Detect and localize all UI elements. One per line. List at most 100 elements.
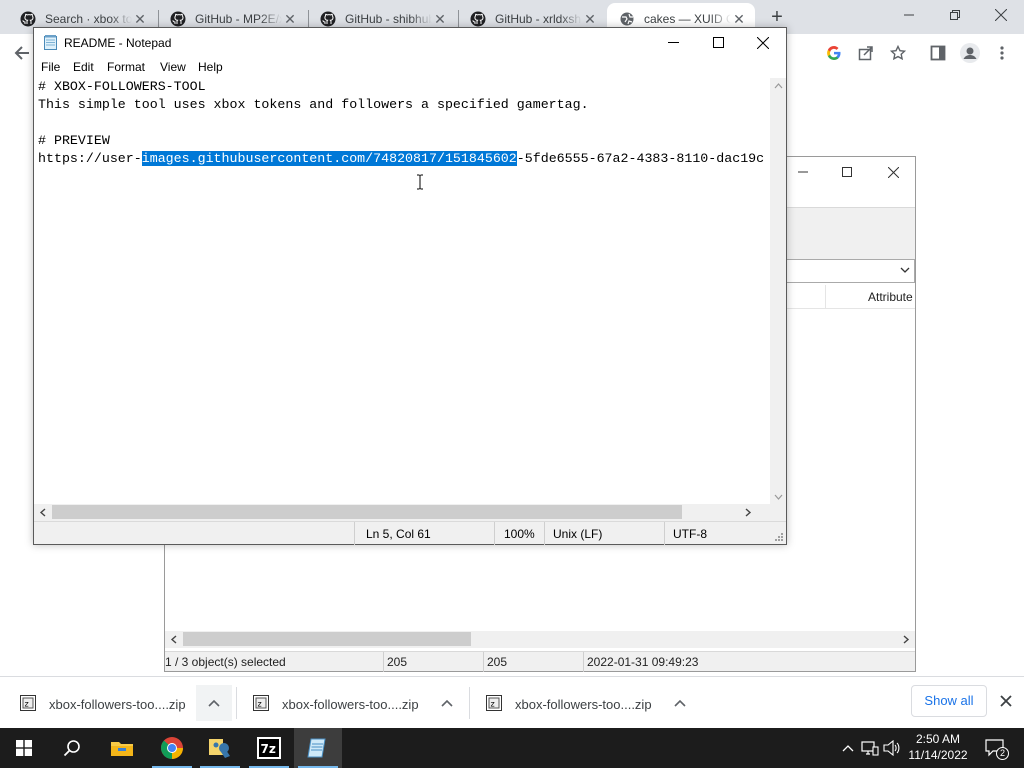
status-cursor-position: Ln 5, Col 61 (366, 527, 431, 541)
github-icon (20, 11, 36, 26)
download-item-1[interactable]: z xbox-followers-too....zip (0, 681, 237, 725)
show-hidden-icons-button[interactable] (838, 738, 858, 758)
download-options-button[interactable] (196, 685, 232, 721)
maximize-button[interactable] (837, 162, 857, 182)
minimize-button[interactable] (886, 0, 932, 30)
chevron-down-icon[interactable] (900, 267, 910, 275)
minimize-button[interactable] (793, 162, 813, 182)
chevron-right-icon[interactable] (902, 635, 910, 644)
bookmark-button[interactable] (886, 42, 910, 64)
window-title: README - Notepad (64, 36, 172, 50)
menu-file[interactable]: File (41, 60, 60, 74)
scroll-thumb[interactable] (183, 632, 471, 646)
close-icon (887, 166, 899, 178)
scroll-corner (770, 504, 786, 521)
maximize-button[interactable] (695, 28, 741, 57)
close-icon[interactable]: ✕ (282, 11, 298, 27)
svg-text:7z: 7z (261, 742, 276, 756)
status-zoom: 100% (504, 527, 535, 541)
notepad-text-area[interactable]: # XBOX-FOLLOWERS-TOOL This simple tool u… (34, 78, 770, 505)
minimize-icon (904, 14, 914, 16)
status-separator (664, 522, 665, 545)
menu-view[interactable]: View (160, 60, 186, 74)
download-item-2[interactable]: z xbox-followers-too....zip (233, 681, 470, 725)
text-selection: images.githubusercontent.com/74820817/15… (141, 151, 517, 166)
close-window-button[interactable] (740, 28, 786, 57)
status-modified: 2022-01-31 09:49:23 (587, 655, 699, 669)
notepad-menubar: File Edit Format View Help (34, 58, 786, 78)
chevron-up-icon (441, 699, 453, 707)
download-item-3[interactable]: z xbox-followers-too....zip (466, 681, 698, 725)
star-icon (890, 45, 906, 61)
7zip-button[interactable]: 7z (245, 728, 293, 768)
kebab-menu-icon (1000, 46, 1004, 60)
show-all-downloads-button[interactable]: Show all (911, 685, 987, 717)
menu-format[interactable]: Format (107, 60, 145, 74)
tab-title: cakes — XUID Grabber (644, 11, 731, 26)
chevron-right-icon[interactable] (744, 508, 752, 517)
python-button[interactable] (196, 728, 244, 768)
download-options-button[interactable] (429, 685, 465, 721)
system-clock[interactable]: 2:50 AM 11/14/2022 (908, 731, 968, 763)
menu-help[interactable]: Help (198, 60, 223, 74)
chevron-down-icon[interactable] (774, 494, 783, 501)
menu-edit[interactable]: Edit (73, 60, 94, 74)
minimize-icon (798, 171, 808, 173)
menu-button[interactable] (990, 42, 1014, 64)
notepad-button[interactable] (294, 728, 342, 768)
download-options-button[interactable] (662, 685, 698, 721)
network-button[interactable] (860, 738, 880, 758)
status-encoding: UTF-8 (673, 527, 707, 541)
status-separator (354, 522, 355, 545)
7zip-status-bar: 1 / 3 object(s) selected 205 205 2022-01… (165, 651, 915, 672)
minimize-icon (667, 42, 679, 43)
google-lens-button[interactable] (822, 42, 846, 64)
maximize-icon (842, 167, 852, 177)
notepad-icon (44, 35, 57, 50)
start-button[interactable] (0, 728, 48, 768)
chevron-up-icon[interactable] (774, 82, 783, 89)
svg-text:z: z (258, 700, 262, 709)
restore-button[interactable] (932, 0, 978, 30)
status-separator (483, 652, 484, 672)
profile-button[interactable] (958, 42, 982, 64)
side-panel-button[interactable] (926, 42, 950, 64)
close-icon[interactable]: ✕ (432, 11, 448, 27)
horizontal-scrollbar[interactable] (34, 504, 770, 521)
vertical-scrollbar[interactable] (770, 78, 786, 505)
arrow-left-icon (14, 46, 29, 60)
clock-time: 2:50 AM (915, 732, 961, 746)
notification-center-button[interactable]: 2 (984, 737, 1009, 760)
close-downloads-bar-button[interactable] (996, 691, 1016, 711)
volume-icon (883, 740, 900, 756)
text-before-selection: https://user- (38, 151, 142, 166)
resize-grip-icon[interactable] (773, 531, 783, 541)
close-icon[interactable]: ✕ (132, 11, 148, 27)
share-icon (858, 46, 873, 61)
close-window-button[interactable] (978, 0, 1024, 30)
horizontal-scrollbar[interactable] (165, 631, 915, 648)
tab-title: GitHub - MP2E/xbox (195, 11, 282, 26)
notepad-titlebar[interactable]: README - Notepad (34, 28, 786, 58)
chevron-left-icon[interactable] (170, 635, 178, 644)
minimize-button[interactable] (650, 28, 696, 57)
volume-button[interactable] (882, 738, 902, 758)
scroll-thumb[interactable] (52, 505, 682, 519)
tab-title: GitHub - xrldxsh (495, 11, 582, 26)
close-icon[interactable]: ✕ (731, 11, 747, 27)
zip-file-icon: z (253, 695, 269, 711)
close-window-button[interactable] (883, 162, 903, 182)
text-line-2: This simple tool uses xbox tokens and fo… (38, 97, 589, 112)
notepad-status-bar: Ln 5, Col 61 100% Unix (LF) UTF-8 (34, 521, 786, 545)
notepad-icon (307, 738, 326, 758)
status-selected-count: 1 / 3 object(s) selected (165, 655, 286, 669)
share-button[interactable] (854, 42, 878, 64)
file-explorer-button[interactable] (98, 728, 146, 768)
downloads-bar: z xbox-followers-too....zip z xbox-follo… (0, 676, 1024, 728)
close-icon[interactable]: ✕ (582, 11, 598, 27)
chevron-left-icon[interactable] (39, 508, 47, 517)
column-attribute[interactable]: Attribute (868, 290, 913, 304)
search-button[interactable] (48, 728, 96, 768)
back-button[interactable] (10, 42, 34, 64)
chrome-button[interactable] (148, 728, 196, 768)
